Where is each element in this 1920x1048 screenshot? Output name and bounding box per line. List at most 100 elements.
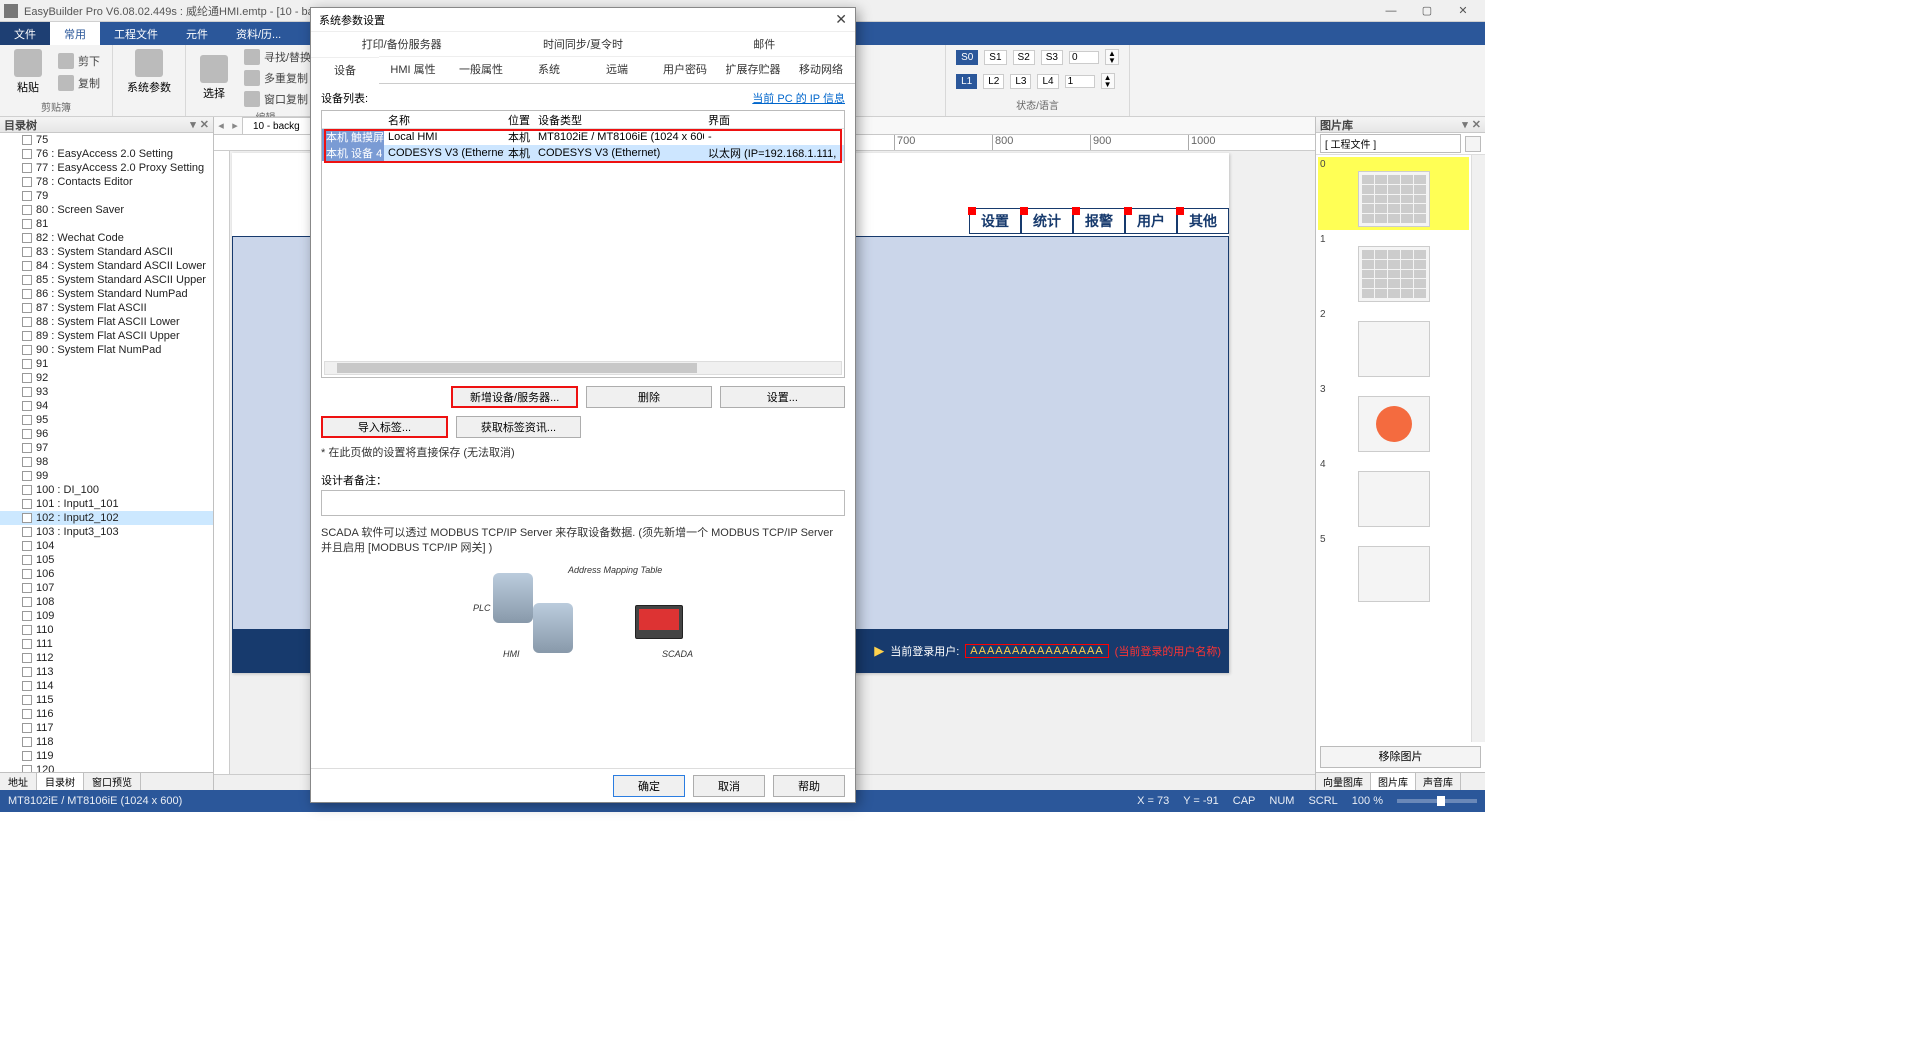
tree-item[interactable]: 97 xyxy=(0,441,213,455)
tree-tab-tree[interactable]: 目录树 xyxy=(37,773,84,790)
tree-item[interactable]: 110 xyxy=(0,623,213,637)
fetch-tags-button[interactable]: 获取标签资讯... xyxy=(456,416,581,438)
tab-mobile[interactable]: 移动网络 xyxy=(787,56,855,83)
hmi-tab-stats[interactable]: 统计 xyxy=(1021,208,1073,234)
tree-item[interactable]: 111 xyxy=(0,637,213,651)
tree-item[interactable]: 92 xyxy=(0,371,213,385)
state-s2[interactable]: S2 xyxy=(1013,50,1035,65)
cut-button[interactable]: 剪下 xyxy=(54,51,104,71)
tree-item[interactable]: 83 : System Standard ASCII xyxy=(0,245,213,259)
tree-item[interactable]: 104 xyxy=(0,539,213,553)
piclib-tab-vector[interactable]: 向量图库 xyxy=(1316,773,1371,790)
tree-item[interactable]: 103 : Input3_103 xyxy=(0,525,213,539)
lang-l3[interactable]: L3 xyxy=(1010,74,1031,89)
tab-timesync[interactable]: 时间同步/夏令时 xyxy=(492,32,673,56)
tree-item[interactable]: 91 xyxy=(0,357,213,371)
hmi-tab-other[interactable]: 其他 xyxy=(1177,208,1229,234)
tree-item[interactable]: 98 xyxy=(0,455,213,469)
tree-tab-preview[interactable]: 窗口预览 xyxy=(84,773,141,790)
table-hscroll[interactable] xyxy=(324,361,842,375)
piclib-combo[interactable]: [ 工程文件 ] xyxy=(1320,134,1461,153)
tree-tab-address[interactable]: 地址 xyxy=(0,773,37,790)
tree-item[interactable]: 119 xyxy=(0,749,213,763)
search-icon[interactable] xyxy=(1465,136,1481,152)
table-row[interactable]: 本机 设备 4 CODESYS V3 (Ethernet) 本机 CODESYS… xyxy=(322,145,844,161)
select-tool-button[interactable]: 选择 xyxy=(194,53,234,103)
tree-item[interactable]: 81 xyxy=(0,217,213,231)
dialog-close-icon[interactable]: ✕ xyxy=(835,11,847,28)
device-table[interactable]: 名称 位置 设备类型 界面 本机 触摸屏 Local HMI 本机 MT8102… xyxy=(321,110,845,378)
lang-l4[interactable]: L4 xyxy=(1037,74,1058,89)
tree-item[interactable]: 84 : System Standard ASCII Lower xyxy=(0,259,213,273)
tree-item[interactable]: 94 xyxy=(0,399,213,413)
pin-icon[interactable]: ▾ xyxy=(1462,118,1468,131)
thumb-scrollbar[interactable] xyxy=(1471,155,1485,742)
state-s-value[interactable] xyxy=(1069,51,1099,64)
tab-print[interactable]: 打印/备份服务器 xyxy=(311,32,492,56)
spin-icon[interactable]: ▲▼ xyxy=(1101,73,1115,89)
state-s0[interactable]: S0 xyxy=(956,50,978,65)
doc-tab[interactable]: 10 - backg xyxy=(242,117,311,134)
import-tags-button[interactable]: 导入标签... xyxy=(321,416,448,438)
hmi-tab-user[interactable]: 用户 xyxy=(1125,208,1177,234)
help-button[interactable]: 帮助 xyxy=(773,775,845,797)
tree-item[interactable]: 95 xyxy=(0,413,213,427)
tree-item[interactable]: 85 : System Standard ASCII Upper xyxy=(0,273,213,287)
thumbnail[interactable]: 5 xyxy=(1318,532,1469,605)
tree-item[interactable]: 80 : Screen Saver xyxy=(0,203,213,217)
tree-item[interactable]: 93 xyxy=(0,385,213,399)
tree-item[interactable]: 99 xyxy=(0,469,213,483)
tree-item[interactable]: 115 xyxy=(0,693,213,707)
tree-item[interactable]: 118 xyxy=(0,735,213,749)
lang-l2[interactable]: L2 xyxy=(983,74,1004,89)
tree-item[interactable]: 117 xyxy=(0,721,213,735)
panel-close-icon[interactable]: ✕ xyxy=(200,118,209,131)
tab-ext[interactable]: 扩展存贮器 xyxy=(719,56,787,83)
paste-button[interactable]: 粘贴 xyxy=(8,47,48,97)
minimize-button[interactable]: — xyxy=(1373,0,1409,22)
zoom-slider[interactable] xyxy=(1397,799,1477,803)
tab-remote[interactable]: 远端 xyxy=(583,56,651,83)
lang-value[interactable] xyxy=(1065,75,1095,88)
tree-item[interactable]: 113 xyxy=(0,665,213,679)
tree-item[interactable]: 106 xyxy=(0,567,213,581)
table-row[interactable]: 本机 触摸屏 Local HMI 本机 MT8102iE / MT8106iE … xyxy=(322,129,844,145)
ip-info-link[interactable]: 当前 PC 的 IP 信息 xyxy=(752,90,845,106)
tree-item[interactable]: 86 : System Standard NumPad xyxy=(0,287,213,301)
slider-knob-icon[interactable] xyxy=(1437,796,1445,806)
memo-input[interactable] xyxy=(321,490,845,516)
tree-item[interactable]: 87 : System Flat ASCII xyxy=(0,301,213,315)
tree-item[interactable]: 112 xyxy=(0,651,213,665)
spin-icon[interactable]: ▲▼ xyxy=(1105,49,1119,65)
tree-item[interactable]: 76 : EasyAccess 2.0 Setting xyxy=(0,147,213,161)
tree-item[interactable]: 96 xyxy=(0,427,213,441)
pin-icon[interactable]: ▾ xyxy=(190,118,196,131)
thumbnail[interactable]: 0 xyxy=(1318,157,1469,230)
lang-l1[interactable]: L1 xyxy=(956,74,977,89)
copy-button[interactable]: 复制 xyxy=(54,73,104,93)
tree-list[interactable]: 7576 : EasyAccess 2.0 Setting77 : EasyAc… xyxy=(0,133,213,772)
tab-password[interactable]: 用户密码 xyxy=(651,56,719,83)
ok-button[interactable]: 确定 xyxy=(613,775,685,797)
thumbnail[interactable]: 3 xyxy=(1318,382,1469,455)
tree-item[interactable]: 107 xyxy=(0,581,213,595)
tree-item[interactable]: 105 xyxy=(0,553,213,567)
add-device-button[interactable]: 新增设备/服务器... xyxy=(451,386,578,408)
hmi-tab-settings[interactable]: 设置 xyxy=(969,208,1021,234)
tab-prev-icon[interactable]: ◂ xyxy=(214,119,228,132)
tree-item[interactable]: 101 : Input1_101 xyxy=(0,497,213,511)
close-button[interactable]: ✕ xyxy=(1445,0,1481,22)
state-s3[interactable]: S3 xyxy=(1041,50,1063,65)
tab-next-icon[interactable]: ▸ xyxy=(228,119,242,132)
tree-item[interactable]: 100 : DI_100 xyxy=(0,483,213,497)
ribbon-tab-common[interactable]: 常用 xyxy=(50,22,100,45)
thumbnail[interactable]: 4 xyxy=(1318,457,1469,530)
tree-item[interactable]: 108 xyxy=(0,595,213,609)
tree-item[interactable]: 109 xyxy=(0,609,213,623)
piclib-tab-sound[interactable]: 声音库 xyxy=(1416,773,1461,790)
device-settings-button[interactable]: 设置... xyxy=(720,386,845,408)
tab-system[interactable]: 系统 xyxy=(515,56,583,83)
ribbon-tab-data[interactable]: 资料/历... xyxy=(222,22,295,45)
panel-close-icon[interactable]: ✕ xyxy=(1472,118,1481,131)
tab-mail[interactable]: 邮件 xyxy=(674,32,855,56)
